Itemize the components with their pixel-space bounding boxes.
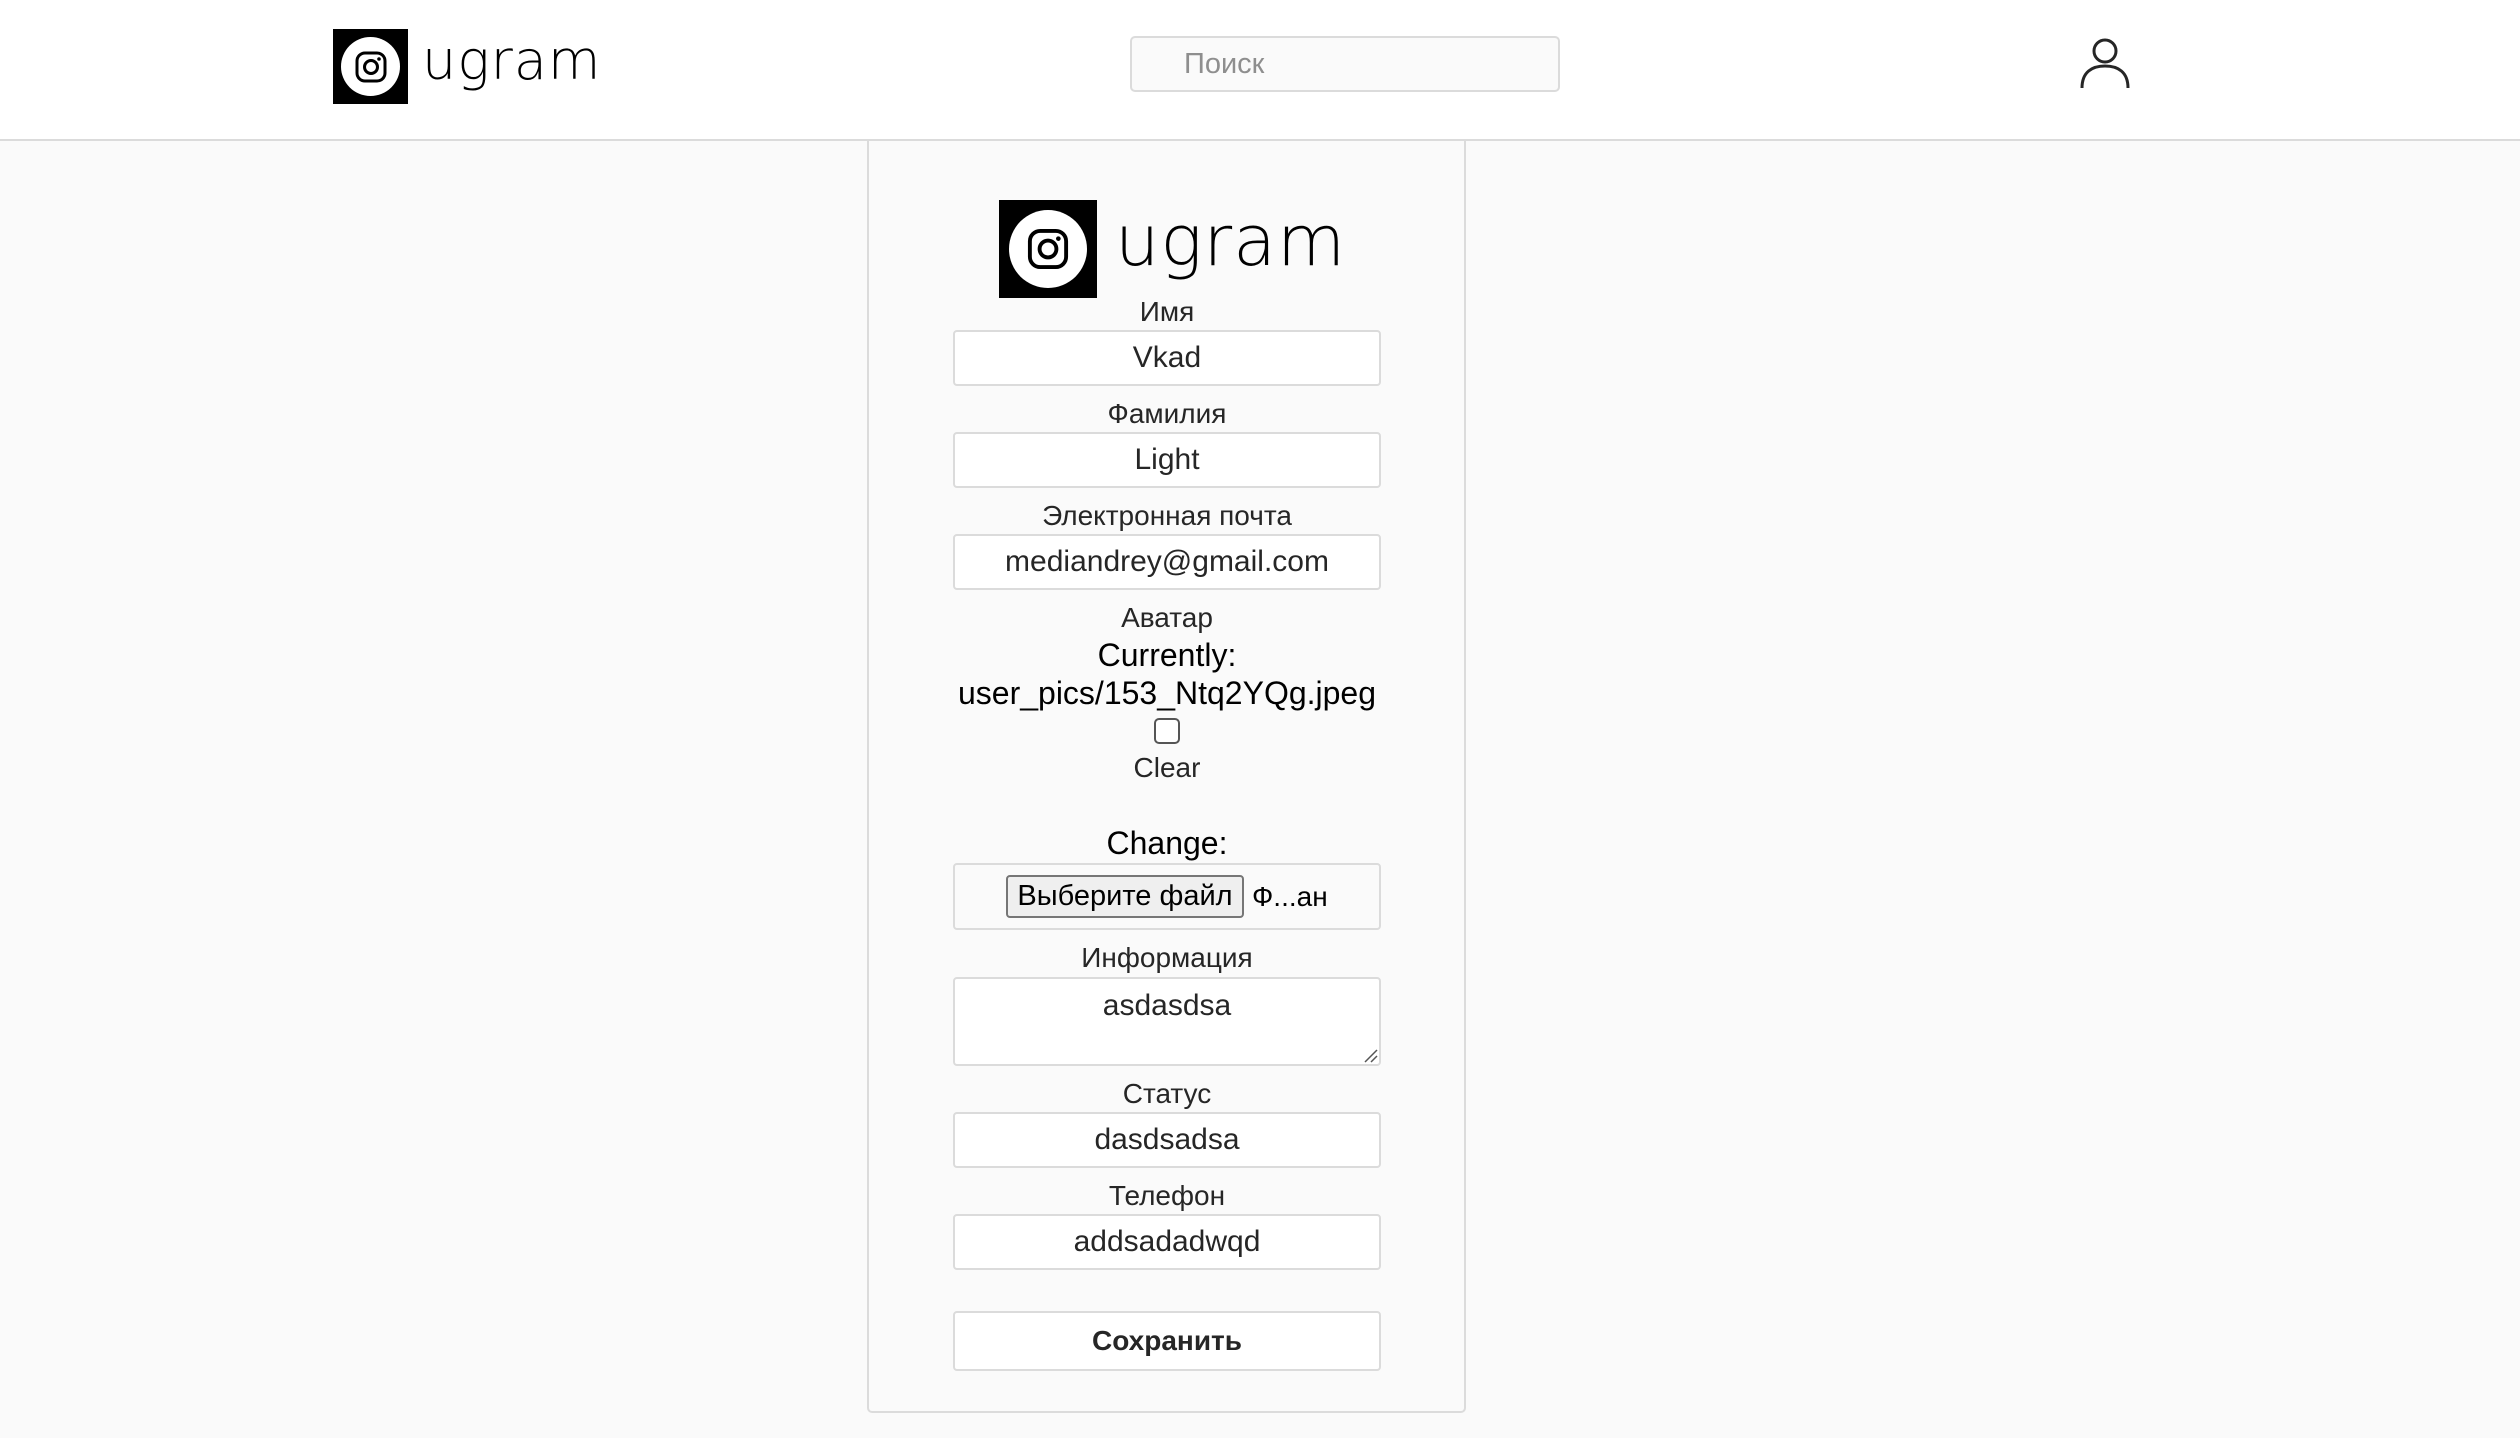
choose-file-button[interactable]: Выберите файл — [1006, 875, 1244, 918]
resize-grip-icon[interactable] — [1362, 1047, 1378, 1063]
phone-label: Телефон — [1108, 1180, 1226, 1211]
last-name-field[interactable] — [953, 432, 1381, 488]
form-logo-text: ugram — [1115, 200, 1347, 282]
avatar-label: Аватар — [1121, 602, 1213, 633]
instagram-logo-icon — [999, 200, 1097, 298]
info-textarea[interactable]: asdasdsa — [953, 977, 1381, 1066]
info-label: Информация — [1081, 942, 1253, 973]
save-button[interactable]: Сохранить — [953, 1311, 1381, 1371]
status-label: Статус — [1122, 1078, 1212, 1109]
header-logo-text: ugram — [422, 28, 602, 92]
top-nav-bar: ugram — [0, 0, 2520, 141]
avatar-change-label: Change: — [1106, 825, 1228, 861]
avatar-clear-checkbox[interactable] — [1154, 718, 1180, 744]
form-brand: ugram — [999, 200, 1346, 298]
first-name-field[interactable] — [953, 330, 1381, 386]
header-brand-link[interactable]: ugram — [333, 29, 602, 104]
file-status-text: Ф...ан — [1252, 881, 1328, 912]
last-name-label: Фамилия — [1107, 398, 1227, 429]
email-label: Электронная почта — [1042, 500, 1292, 531]
search-input[interactable] — [1130, 36, 1560, 92]
avatar-clear-label: Clear — [1133, 752, 1201, 783]
email-field[interactable] — [953, 534, 1381, 590]
avatar-current-file-link[interactable]: user_pics/153_Ntq2YQg.jpeg — [940, 674, 1394, 712]
instagram-logo-icon — [333, 29, 408, 104]
first-name-label: Имя — [1139, 296, 1195, 327]
status-field[interactable] — [953, 1112, 1381, 1168]
avatar-currently-label: Currently: — [1097, 637, 1237, 673]
user-icon[interactable] — [2078, 36, 2132, 90]
phone-field[interactable] — [953, 1214, 1381, 1270]
